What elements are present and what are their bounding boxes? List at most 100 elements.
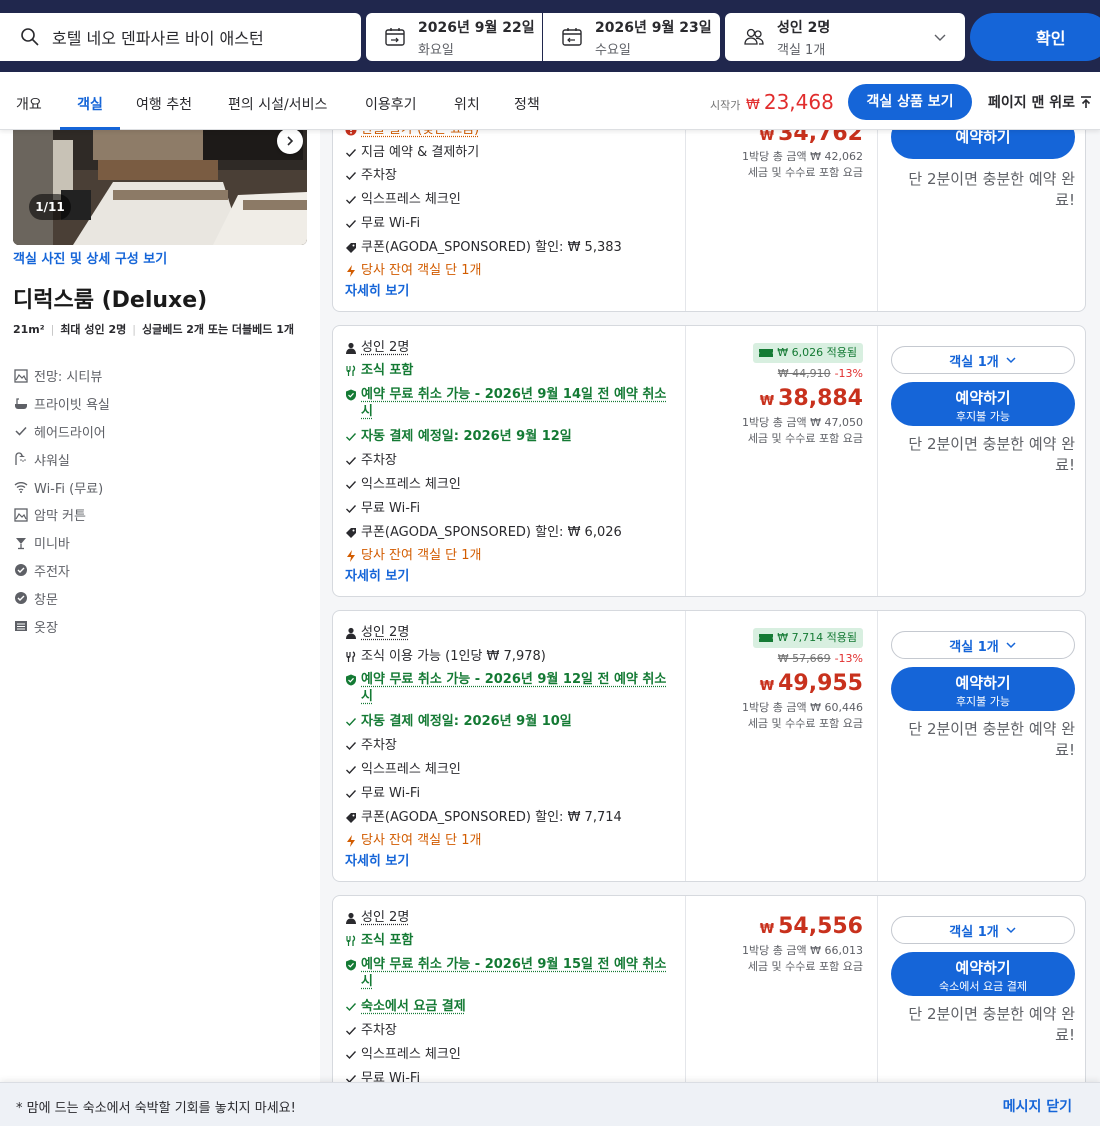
check-icon <box>346 457 357 466</box>
list-item: Wi-Fi (무료) <box>14 473 110 501</box>
tab-rooms[interactable]: 객실 <box>60 72 120 130</box>
book-button[interactable]: 예약하기 후지불 가능 <box>891 667 1075 711</box>
rate-price-notes: 1박당 총 금액 ₩ 42,062 세금 및 수수료 포함 요금 <box>742 150 863 179</box>
list-item: 프라이빗 욕실 <box>14 390 110 418</box>
check-icon <box>346 790 357 799</box>
payment-schedule: 자동 결제 예정일: 2026년 9월 12일 <box>345 428 572 445</box>
room-count-select[interactable]: 객실 1개 <box>891 916 1075 944</box>
amenity-label: 암막 커튼 <box>34 509 86 525</box>
tab-reviews[interactable]: 이용후기 <box>365 72 417 130</box>
room-photo[interactable]: 1/11 <box>13 120 307 245</box>
tab-overview[interactable]: 개요 <box>16 72 42 130</box>
list-item: 쿠폰(AGODA_SPONSORED) 할인: ₩ 6,026 <box>345 524 622 541</box>
tab-location[interactable]: 위치 <box>454 72 480 130</box>
list-item: 옷장 <box>14 612 110 640</box>
chevron-down-icon <box>1006 642 1016 649</box>
shield-check-icon <box>346 389 356 401</box>
coupon-badge: ₩ 6,026 적용됨 <box>753 343 863 363</box>
list-item: 주차장 <box>345 737 397 754</box>
free-cancel-policy[interactable]: 예약 무료 취소 가능 - 2026년 9월 15일 전 예약 취소 시 <box>345 956 675 990</box>
list-item: 무료 Wi-Fi <box>345 785 420 802</box>
check-icon <box>346 481 357 490</box>
page-bottom-edge <box>0 1126 1100 1134</box>
check-icon <box>346 196 357 205</box>
payment-schedule: 숙소에서 요금 결제 <box>345 998 466 1015</box>
check-icon <box>346 1027 357 1036</box>
checkin-field[interactable]: 2026년 9월 22일 화요일 <box>366 13 542 61</box>
tab-facilities[interactable]: 편의 시설/서비스 <box>228 72 327 130</box>
rate-price: ₩38,884 <box>759 386 863 411</box>
amenity-label: 주전자 <box>34 564 70 580</box>
closet-icon <box>15 621 27 632</box>
check-icon <box>346 220 357 229</box>
list-item: 익스프레스 체크인 <box>345 1046 461 1063</box>
urgency-note: 당사 잔여 객실 단 1개 <box>345 832 481 849</box>
list-item: 주차장 <box>345 452 397 469</box>
book-button[interactable]: 예약하기 숙소에서 요금 결제 <box>891 952 1075 996</box>
calendar-checkin-icon <box>385 28 405 46</box>
rate-guests: 성인 2명 <box>345 909 409 926</box>
tag-icon <box>346 528 356 538</box>
close-banner-button[interactable]: 메시지 닫기 <box>1003 1096 1072 1116</box>
free-cancel-policy[interactable]: 예약 무료 취소 가능 - 2026년 9월 12일 전 예약 취소 시 <box>345 671 675 705</box>
room-specs: 21m² | 최대 성인 2명 | 싱글베드 2개 또는 더블베드 1개 <box>13 323 295 336</box>
rate-price-notes: 1박당 총 금액 ₩ 47,050 세금 및 수수료 포함 요금 <box>742 416 863 445</box>
confirm-button[interactable]: 확인 <box>970 13 1100 61</box>
rate-meal: 조식 포함 <box>345 362 413 379</box>
window-icon <box>15 592 27 605</box>
list-item: 익스프레스 체크인 <box>345 761 461 778</box>
back-to-top-link[interactable]: 페이지 맨 위로 <box>988 92 1093 112</box>
checkout-field[interactable]: 2026년 9월 23일 수요일 <box>543 13 720 61</box>
payment-schedule: 자동 결제 예정일: 2026년 9월 10일 <box>345 713 572 730</box>
room-count-select[interactable]: 객실 1개 <box>891 346 1075 374</box>
free-cancel-policy[interactable]: 예약 무료 취소 가능 - 2026년 9월 14일 전 예약 취소 시 <box>345 386 675 420</box>
user-icon <box>346 627 356 639</box>
tab-recommendations[interactable]: 여행 추천 <box>136 72 192 130</box>
details-link[interactable]: 자세히 보기 <box>345 565 409 584</box>
list-item: 주차장 <box>345 167 397 184</box>
tab-policies[interactable]: 정책 <box>514 72 540 130</box>
check-icon <box>346 1051 357 1060</box>
coupon-icon <box>759 634 774 642</box>
rate-meal: 조식 이용 가능 (1인당 ₩ 7,978) <box>345 648 546 665</box>
property-nav: 개요 객실 여행 추천 편의 시설/서비스 이용후기 위치 정책 시작가 ₩23… <box>0 72 1100 130</box>
room-photos-link[interactable]: 객실 사진 및 상세 구성 보기 <box>13 248 167 267</box>
check-icon <box>346 505 357 514</box>
currency-symbol: ₩ <box>746 97 760 113</box>
destination-field[interactable]: 호텔 네오 덴파사르 바이 애스턴 <box>0 13 361 61</box>
back-to-top-label: 페이지 맨 위로 <box>988 95 1076 111</box>
list-item: 암막 커튼 <box>14 501 110 529</box>
list-item: 익스프레스 체크인 <box>345 191 461 208</box>
from-price: ₩23,468 <box>746 90 834 114</box>
book-button[interactable]: 예약하기 후지불 가능 <box>891 382 1075 426</box>
banner-message: * 맘에 드는 숙소에서 숙박할 기회를 놓치지 마세요! <box>16 1101 296 1116</box>
check-icon <box>346 742 357 751</box>
list-item: 쿠폰(AGODA_SPONSORED) 할인: ₩ 7,714 <box>345 809 622 826</box>
details-link[interactable]: 자세히 보기 <box>345 850 409 869</box>
shield-check-icon <box>346 959 356 971</box>
list-item: 주전자 <box>14 557 110 585</box>
guests-field[interactable]: 성인 2명 객실 1개 <box>725 13 965 61</box>
list-item: 쿠폰(AGODA_SPONSORED) 할인: ₩ 5,383 <box>345 239 622 256</box>
check-icon <box>346 149 357 158</box>
from-price-value: 23,468 <box>763 90 834 114</box>
room-size: 21m² <box>13 323 45 336</box>
amenity-label: 창문 <box>34 592 58 608</box>
bath-icon <box>15 398 27 409</box>
rate-price: ₩54,556 <box>759 914 863 939</box>
room-count-select[interactable]: 객실 1개 <box>891 631 1075 659</box>
from-price-label: 시작가 <box>710 99 741 112</box>
search-icon <box>21 28 39 46</box>
checkout-day: 수요일 <box>595 42 631 58</box>
view-rooms-button[interactable]: 객실 상품 보기 <box>848 84 972 120</box>
list-item: 익스프레스 체크인 <box>345 476 461 493</box>
chevron-down-icon <box>1006 927 1016 934</box>
coupon-badge: ₩ 7,714 적용됨 <box>753 628 863 648</box>
list-item: 무료 Wi-Fi <box>345 500 420 517</box>
next-photo-button[interactable] <box>277 128 303 154</box>
quick-booking-note: 단 2분이면 충분한 예약 완료! <box>908 720 1075 759</box>
details-link[interactable]: 자세히 보기 <box>345 280 409 299</box>
list-item: 전망: 시티뷰 <box>14 362 110 390</box>
rate-card: 성인 2명 조식 이용 가능 (1인당 ₩ 7,978) 예약 무료 취소 가능… <box>332 610 1086 882</box>
rate-guests: 성인 2명 <box>345 624 409 641</box>
